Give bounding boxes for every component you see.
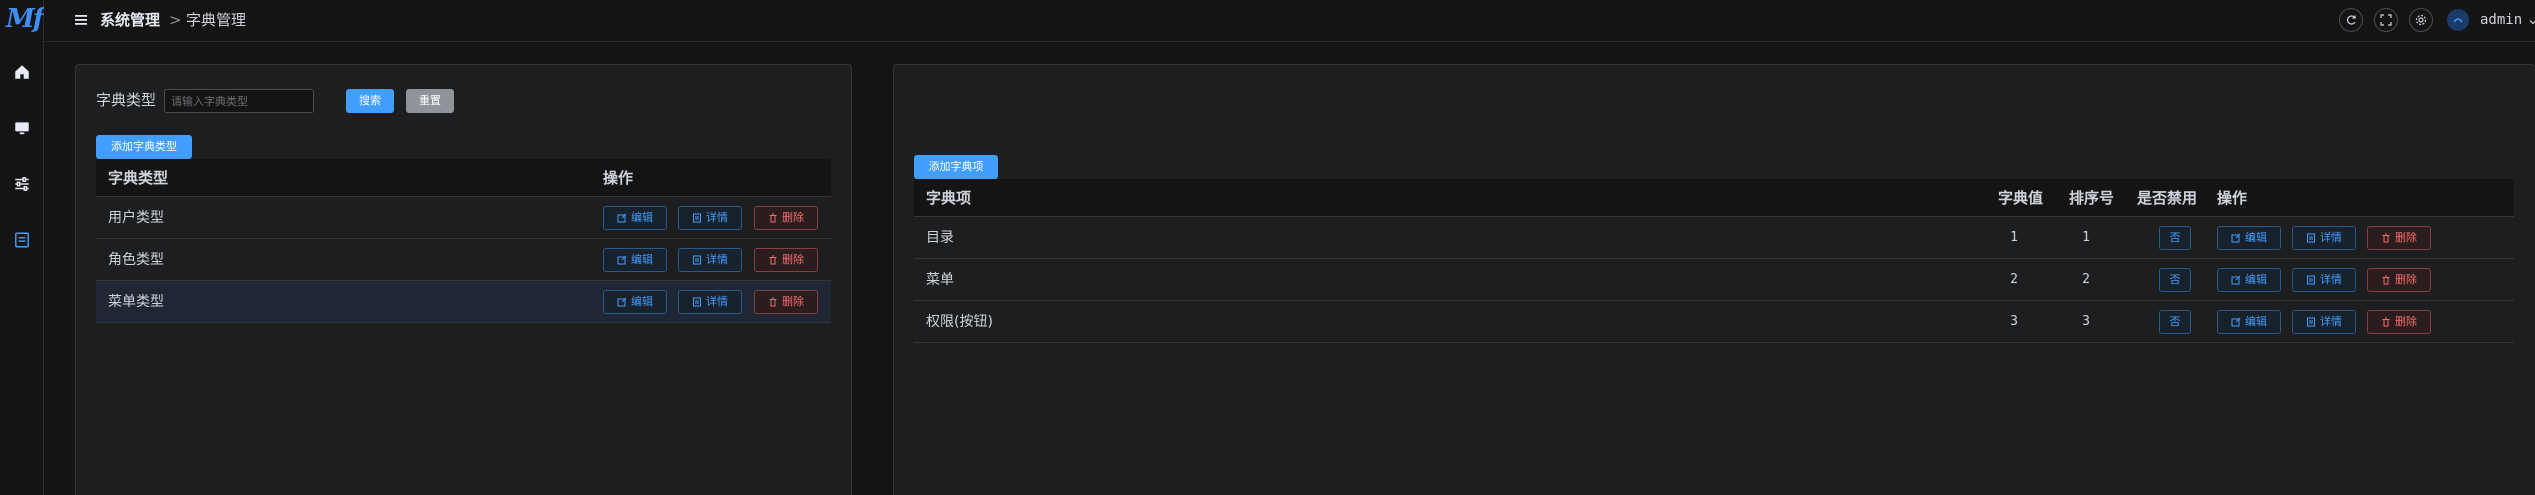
settings-icon[interactable] [2409,8,2433,32]
chevron-down-icon[interactable] [2528,13,2535,25]
search-button[interactable]: 搜索 [346,89,394,113]
edit-button[interactable]: 编辑 [2217,310,2281,334]
detail-button[interactable]: 详情 [678,206,742,230]
edit-icon [2231,275,2241,285]
delete-button[interactable]: 删除 [2367,310,2431,334]
sliders-icon[interactable] [12,174,32,194]
column-header: 操作 [2217,189,2248,207]
column-header: 是否禁用 [2137,189,2198,207]
detail-icon [693,213,701,223]
trash-icon [769,297,777,307]
table-row[interactable]: 角色类型 编辑 详情 删除 [96,239,831,281]
sidebar: Mf [0,0,44,495]
detail-icon [2307,317,2315,327]
cell-dict-item: 菜单 [926,272,954,288]
delete-button[interactable]: 删除 [754,206,818,230]
table-row[interactable]: 权限(按钮) 3 3 否 编辑 详情 删除 [914,301,2514,343]
detail-icon [2307,275,2315,285]
cell-order: 3 [2082,314,2090,329]
table-row[interactable]: 菜单类型 编辑 详情 删除 [96,281,831,323]
edit-icon [2231,317,2241,327]
edit-icon [617,255,627,265]
detail-icon [2307,233,2315,243]
cell-dict-type: 菜单类型 [108,294,164,310]
detail-icon [693,255,701,265]
fullscreen-icon[interactable] [2374,8,2398,32]
detail-icon [693,297,701,307]
dict-type-panel: 字典类型 搜索 重置 添加字典类型 字典类型 操作 用户类型 编辑 详情 删除 … [75,64,852,495]
detail-button[interactable]: 详情 [2292,226,2356,250]
table-row[interactable]: 用户类型 编辑 详情 删除 [96,197,831,239]
column-header: 字典项 [926,189,972,207]
trash-icon [2382,275,2390,285]
table-row[interactable]: 菜单 2 2 否 编辑 详情 删除 [914,259,2514,301]
edit-button[interactable]: 编辑 [603,290,667,314]
edit-button[interactable]: 编辑 [2217,226,2281,250]
avatar[interactable] [2447,9,2469,31]
cell-dict-item: 目录 [926,230,954,246]
column-header: 排序号 [2069,189,2115,207]
add-dict-item-button[interactable]: 添加字典项 [914,155,998,179]
edit-button[interactable]: 编辑 [603,206,667,230]
column-header: 字典值 [1998,189,2044,207]
search-label: 字典类型 [96,91,157,109]
table-header: 字典项 字典值 排序号 是否禁用 操作 [914,179,2514,217]
refresh-icon[interactable] [2339,8,2363,32]
home-icon[interactable] [12,62,32,82]
disabled-tag: 否 [2159,310,2191,334]
detail-button[interactable]: 详情 [2292,268,2356,292]
cell-order: 1 [2082,230,2090,245]
disabled-tag: 否 [2159,226,2191,250]
app-logo[interactable]: Mf [6,4,44,34]
cell-order: 2 [2082,272,2090,287]
user-name[interactable]: admin [2480,10,2522,30]
delete-button[interactable]: 删除 [2367,268,2431,292]
dict-item-panel: 添加字典项 字典项 字典值 排序号 是否禁用 操作 目录 1 1 否 编辑 详情… [893,64,2535,495]
cell-dict-value: 3 [2010,314,2018,329]
column-header: 操作 [603,169,634,187]
column-header: 字典类型 [108,169,169,187]
menu-toggle-icon[interactable] [74,13,88,27]
trash-icon [2382,233,2390,243]
search-input[interactable] [164,89,314,113]
trash-icon [769,255,777,265]
trash-icon [769,213,777,223]
monitor-icon[interactable] [12,118,32,138]
breadcrumb-separator: > [169,11,182,29]
edit-button[interactable]: 编辑 [2217,268,2281,292]
reset-button[interactable]: 重置 [406,89,454,113]
cell-dict-type: 用户类型 [108,210,164,226]
detail-button[interactable]: 详情 [2292,310,2356,334]
edit-icon [617,297,627,307]
edit-icon [2231,233,2241,243]
edit-button[interactable]: 编辑 [603,248,667,272]
breadcrumb-system[interactable]: 系统管理 [100,10,160,30]
breadcrumb-current: 字典管理 [186,11,247,29]
delete-button[interactable]: 删除 [754,290,818,314]
detail-button[interactable]: 详情 [678,248,742,272]
cell-dict-type: 角色类型 [108,252,164,268]
edit-icon [617,213,627,223]
table-row[interactable]: 目录 1 1 否 编辑 详情 删除 [914,217,2514,259]
delete-button[interactable]: 删除 [2367,226,2431,250]
detail-button[interactable]: 详情 [678,290,742,314]
dictionary-icon[interactable] [12,230,32,250]
cell-dict-item: 权限(按钮) [926,314,993,330]
trash-icon [2382,317,2390,327]
cell-dict-value: 1 [2010,230,2018,245]
add-dict-type-button[interactable]: 添加字典类型 [96,135,192,159]
table-header: 字典类型 操作 [96,159,831,197]
delete-button[interactable]: 删除 [754,248,818,272]
disabled-tag: 否 [2159,268,2191,292]
cell-dict-value: 2 [2010,272,2018,287]
top-header: 系统管理 > 字典管理 admin [44,0,2535,42]
